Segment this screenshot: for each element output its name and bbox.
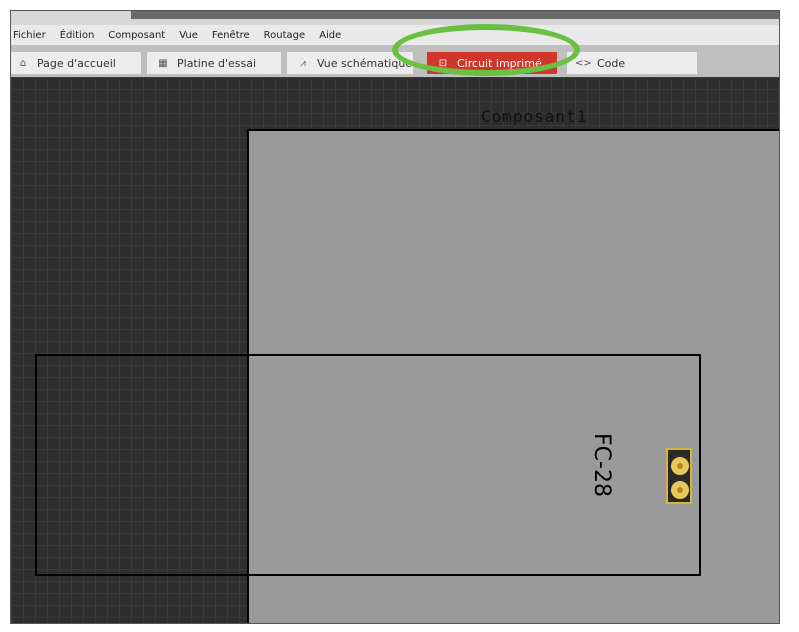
app-window: Fichier Édition Composant Vue Fenêtre Ro… bbox=[10, 10, 780, 624]
menu-routage[interactable]: Routage bbox=[264, 30, 306, 41]
pcb-canvas[interactable]: Composant1 FC-28 bbox=[11, 77, 779, 623]
tab-breadboard[interactable]: ▦ Platine d'essai bbox=[147, 52, 281, 74]
menu-fichier[interactable]: Fichier bbox=[13, 30, 46, 41]
annotation-highlight-ellipse bbox=[392, 24, 580, 76]
tab-home[interactable]: ⌂ Page d'accueil bbox=[11, 52, 141, 74]
pin-2[interactable] bbox=[671, 481, 689, 499]
title-bar-strip bbox=[131, 11, 779, 19]
breadboard-icon: ▦ bbox=[158, 57, 168, 69]
tab-code-label: Code bbox=[597, 56, 626, 70]
tab-home-label: Page d'accueil bbox=[37, 56, 116, 70]
tab-code[interactable]: <> Code bbox=[567, 52, 697, 74]
menu-composant[interactable]: Composant bbox=[108, 30, 165, 41]
schematic-icon: ⩘ bbox=[300, 57, 306, 69]
title-bar bbox=[11, 11, 779, 25]
board-label: Composant1 bbox=[481, 107, 588, 126]
menu-vue[interactable]: Vue bbox=[179, 30, 198, 41]
tab-breadboard-label: Platine d'essai bbox=[177, 56, 257, 70]
menu-aide[interactable]: Aide bbox=[319, 30, 341, 41]
pin-1[interactable] bbox=[671, 457, 689, 475]
code-icon: <> bbox=[575, 57, 592, 69]
menu-fenetre[interactable]: Fenêtre bbox=[212, 30, 250, 41]
menu-edition[interactable]: Édition bbox=[60, 30, 95, 41]
home-icon: ⌂ bbox=[19, 57, 27, 69]
part-label: FC-28 bbox=[589, 433, 614, 497]
pin-header[interactable] bbox=[666, 448, 692, 504]
